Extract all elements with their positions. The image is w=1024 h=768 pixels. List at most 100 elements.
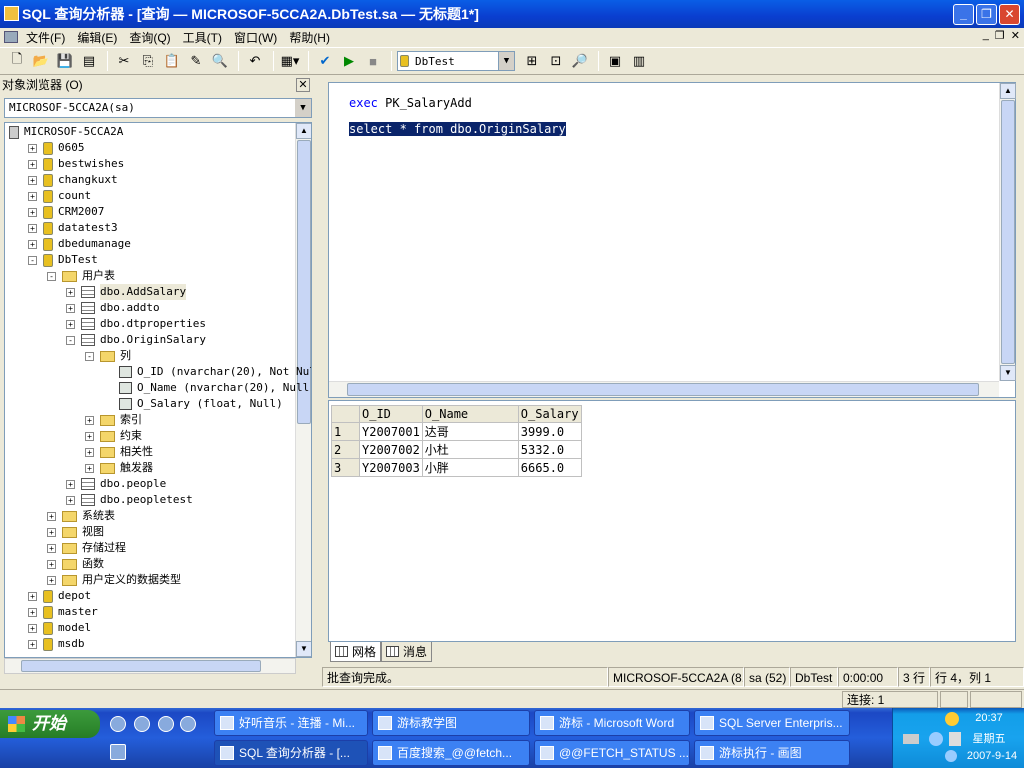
object-search-icon[interactable]: ▥ <box>628 50 650 72</box>
quicklaunch-icon[interactable] <box>110 716 126 732</box>
tree-item[interactable]: + 视图 <box>47 524 104 540</box>
tree-item[interactable]: + dbo.AddSalary <box>66 284 187 300</box>
menu-query[interactable]: 查询(Q) <box>129 29 170 46</box>
mdi-restore-button[interactable]: ❐ <box>995 29 1005 42</box>
tree-item[interactable]: + dbo.people <box>66 476 166 492</box>
scroll-down-icon[interactable]: ▼ <box>296 641 311 657</box>
column-header[interactable]: O_Name <box>421 405 519 423</box>
object-browser-icon[interactable]: ▣ <box>604 50 626 72</box>
scroll-up-icon[interactable]: ▲ <box>1000 83 1016 99</box>
expand-icon[interactable]: + <box>28 223 37 233</box>
scroll-up-icon[interactable]: ▲ <box>296 123 311 139</box>
menu-file[interactable]: 文件(F) <box>26 29 65 46</box>
mdi-close-button[interactable]: ✕ <box>1011 29 1020 42</box>
ie-icon[interactable] <box>134 716 150 732</box>
tree-item[interactable]: + model <box>28 620 91 636</box>
tree-item[interactable]: + 用户定义的数据类型 <box>47 572 181 588</box>
tree-item[interactable]: + 触发器 <box>85 460 153 476</box>
tree-item[interactable]: + 系统表 <box>47 508 115 524</box>
expand-icon[interactable]: + <box>28 143 37 153</box>
tree-item[interactable]: + depot <box>28 588 91 604</box>
tree-item[interactable]: - 用户表 <box>47 268 115 284</box>
tree-item[interactable]: - dbo.OriginSalary <box>66 332 206 348</box>
keyboard-icon[interactable] <box>903 734 919 744</box>
expand-icon[interactable]: + <box>28 639 37 649</box>
new-query-icon[interactable]: 🗋 <box>6 50 28 72</box>
cell[interactable]: 达哥 <box>421 422 519 441</box>
expand-icon[interactable]: + <box>47 543 56 553</box>
editor-vertical-scrollbar[interactable]: ▲ ▼ <box>999 83 1016 381</box>
query-editor[interactable]: exec PK_SalaryAdd select * from dbo.Orig… <box>328 82 1016 398</box>
expand-icon[interactable]: + <box>85 463 94 473</box>
tree-item[interactable]: + 函数 <box>47 556 104 572</box>
expand-icon[interactable]: + <box>47 559 56 569</box>
taskbar-item[interactable]: 游标执行 - 画图 <box>694 740 850 766</box>
expand-icon[interactable]: + <box>85 431 94 441</box>
tree-item[interactable]: MICROSOF-5CCA2A <box>9 124 123 140</box>
database-select[interactable]: DbTest ▼ <box>397 51 515 71</box>
undo-icon[interactable]: ↶ <box>244 50 266 72</box>
statistics-icon[interactable]: 🔎 <box>569 50 591 72</box>
collapse-icon[interactable]: - <box>47 271 56 281</box>
chevron-down-icon[interactable]: ▼ <box>498 52 514 70</box>
volume-icon[interactable] <box>945 750 957 762</box>
expand-icon[interactable]: + <box>85 415 94 425</box>
expand-icon[interactable]: + <box>28 207 37 217</box>
object-tree[interactable]: ▲ ▼ MICROSOF-5CCA2A +0605 + bestwishes + chan… <box>4 122 312 658</box>
results-mode-icon[interactable]: ▦▾ <box>279 50 301 72</box>
tree-horizontal-scrollbar[interactable] <box>4 658 296 674</box>
clock-time[interactable]: 20:37 <box>969 712 1009 724</box>
collapse-icon[interactable]: - <box>85 351 94 361</box>
taskbar-item-active[interactable]: SQL 查询分析器 - [... <box>214 740 368 766</box>
collapse-tray-icon[interactable] <box>929 732 943 746</box>
title-bar[interactable]: SQL 查询分析器 - [查询 — MICROSOF-5CCA2A.DbTest… <box>0 0 1024 28</box>
tree-item[interactable]: O_Salary (float, Null) <box>104 396 283 412</box>
parse-query-icon[interactable]: ✔ <box>314 50 336 72</box>
cell[interactable]: 6665.0 <box>517 458 582 477</box>
tree-item[interactable]: +0605 <box>28 140 85 156</box>
tree-item[interactable]: + dbo.addto <box>66 300 160 316</box>
menu-edit[interactable]: 编辑(E) <box>77 29 117 46</box>
taskbar-item[interactable]: 游标 - Microsoft Word <box>534 710 690 736</box>
execution-plan-icon[interactable]: ⊞ <box>521 50 543 72</box>
menu-window[interactable]: 窗口(W) <box>234 29 277 46</box>
tree-item[interactable]: + dbo.peopletest <box>66 492 193 508</box>
expand-icon[interactable]: + <box>28 239 37 249</box>
tree-item[interactable]: + 相关性 <box>85 444 153 460</box>
tree-item[interactable]: + bestwishes <box>28 156 124 172</box>
tree-item[interactable]: + dbedumanage <box>28 236 131 252</box>
clear-window-icon[interactable]: ✎ <box>185 50 207 72</box>
tree-item[interactable]: O_Name (nvarchar(20), Null) <box>104 380 311 396</box>
media-icon[interactable] <box>158 716 174 732</box>
expand-icon[interactable]: + <box>28 175 37 185</box>
tree-item[interactable]: + 存储过程 <box>47 540 126 556</box>
table-row[interactable]: 2 Y2007002 小杜 5332.0 <box>331 440 582 459</box>
mdi-minimize-button[interactable]: _ <box>983 29 989 42</box>
tree-item[interactable]: + 约束 <box>85 428 142 444</box>
tree-item[interactable]: + msdb <box>28 636 85 652</box>
expand-icon[interactable]: + <box>28 591 37 601</box>
expand-icon[interactable]: + <box>66 495 75 505</box>
tree-item[interactable]: + changkuxt <box>28 172 118 188</box>
column-header[interactable]: O_ID <box>359 405 423 423</box>
menu-help[interactable]: 帮助(H) <box>289 29 330 46</box>
expand-icon[interactable]: + <box>85 447 94 457</box>
expand-icon[interactable]: + <box>47 527 56 537</box>
taskbar-item[interactable]: 好听音乐 - 连播 - Mi... <box>214 710 368 736</box>
open-icon[interactable]: 📂 <box>30 50 52 72</box>
tree-item[interactable]: + datatest3 <box>28 220 118 236</box>
tab-grid[interactable]: 网格 <box>330 642 382 662</box>
tree-item[interactable]: O_ID (nvarchar(20), Not Null) <box>104 364 311 380</box>
expand-icon[interactable]: + <box>66 303 75 313</box>
cancel-query-icon[interactable]: ■ <box>362 50 384 72</box>
paste-icon[interactable]: 📋 <box>161 50 183 72</box>
show-desktop-icon[interactable] <box>110 744 126 760</box>
scroll-thumb[interactable] <box>1001 100 1015 364</box>
cut-icon[interactable]: ✂ <box>113 50 135 72</box>
expand-icon[interactable]: + <box>47 575 56 585</box>
taskbar-item[interactable]: @@FETCH_STATUS ... <box>534 740 690 766</box>
player-icon[interactable] <box>180 716 196 732</box>
tree-item[interactable]: + dbo.dtproperties <box>66 316 206 332</box>
close-button[interactable]: ✕ <box>999 4 1020 25</box>
chevron-down-icon[interactable]: ▼ <box>295 99 311 117</box>
